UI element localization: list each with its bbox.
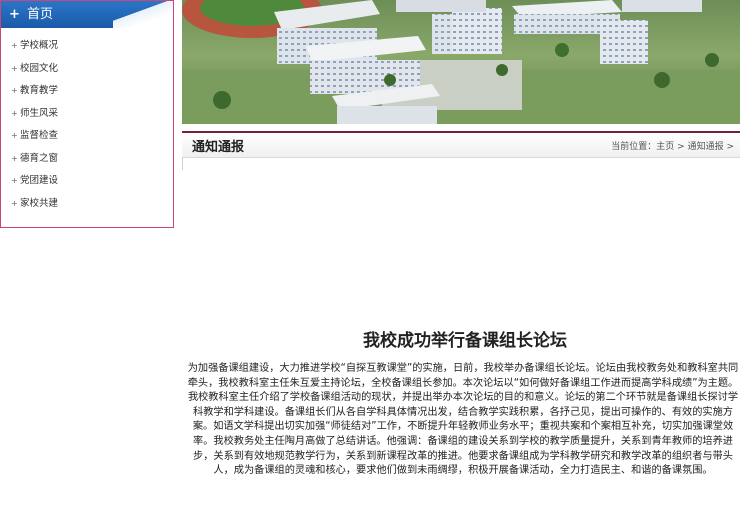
sidebar-item-home-school[interactable]: + 家校共建 — [1, 193, 173, 216]
bullet-icon: + — [11, 86, 18, 95]
bullet-icon: + — [11, 131, 18, 140]
sidebar-item-label: 监督检查 — [20, 130, 59, 141]
sidebar-header[interactable]: + 首页 — [1, 1, 173, 28]
tree — [496, 64, 508, 76]
sidebar-item-label: 党团建设 — [20, 175, 59, 186]
campus-banner-image — [182, 0, 740, 124]
tree — [654, 72, 670, 88]
article-body: 为加强备课组建设，大力推进学校“自探互教课堂”的实施，日前，我校举办备课组长论坛… — [187, 363, 739, 477]
breadcrumb-current-link[interactable]: 通知通报 — [688, 142, 724, 152]
breadcrumb: 当前位置：主页 > 通知通报 > — [611, 139, 734, 152]
divider — [182, 157, 740, 158]
breadcrumb-prefix: 当前位置： — [611, 142, 657, 152]
tree — [705, 53, 719, 67]
content-edge — [182, 158, 183, 170]
sidebar-item-label: 德育之窗 — [20, 152, 59, 164]
tree — [384, 74, 396, 86]
sidebar-nav: + 首页 + 学校概况 + 校园文化 + 教育教学 + 师生风采 + 监督检查 + 德育之窗… — [0, 0, 174, 228]
building — [337, 106, 437, 124]
bullet-icon: + — [11, 198, 18, 208]
tree — [213, 91, 231, 109]
bullet-icon: + — [11, 153, 18, 163]
breadcrumb-separator: > — [723, 142, 734, 152]
bullet-icon: + — [11, 41, 18, 50]
sidebar-item-school-overview[interactable]: + 学校概况 — [1, 35, 173, 58]
section-title: 通知通报 — [192, 140, 245, 155]
sidebar-item-label: 校园文化 — [20, 62, 59, 74]
sidebar-item-moral-education[interactable]: + 德育之窗 — [1, 148, 173, 171]
breadcrumb-home-link[interactable]: 主页 — [656, 142, 674, 152]
building — [396, 0, 486, 12]
breadcrumb-separator: > — [674, 142, 688, 152]
sidebar-item-label: 家校共建 — [20, 197, 59, 209]
sidebar-item-campus-culture[interactable]: + 校园文化 — [1, 58, 173, 81]
bullet-icon: + — [11, 108, 18, 118]
sidebar-item-label: 学校概况 — [20, 40, 59, 51]
sidebar-item-teacher-student-style[interactable]: + 师生风采 — [1, 103, 173, 126]
campus-illustration — [182, 0, 740, 124]
sidebar-item-education-teaching[interactable]: + 教育教学 — [1, 80, 173, 103]
building-windows — [600, 20, 648, 64]
bullet-icon: + — [11, 63, 18, 73]
header-wave-decoration — [113, 1, 173, 28]
sidebar-header-label: 首页 — [27, 7, 54, 22]
article-title: 我校成功举行备课组长论坛 — [363, 331, 567, 351]
section-header-bar: 通知通报 当前位置：主页 > 通知通报 > — [182, 131, 740, 157]
plus-icon: + — [9, 7, 20, 22]
building-windows — [452, 8, 502, 54]
bullet-icon: + — [11, 176, 18, 185]
building — [622, 0, 702, 12]
sidebar-item-label: 教育教学 — [20, 85, 59, 96]
sidebar-item-party-building[interactable]: + 党团建设 — [1, 170, 173, 193]
tree — [555, 43, 569, 57]
page: + 首页 + 学校概况 + 校园文化 + 教育教学 + 师生风采 + 监督检查 + 德育之窗… — [0, 0, 744, 522]
sidebar-menu: + 学校概况 + 校园文化 + 教育教学 + 师生风采 + 监督检查 + 德育之窗 + 党团建… — [1, 28, 173, 215]
sidebar-item-supervision[interactable]: + 监督检查 — [1, 125, 173, 148]
sidebar-item-label: 师生风采 — [20, 107, 59, 119]
